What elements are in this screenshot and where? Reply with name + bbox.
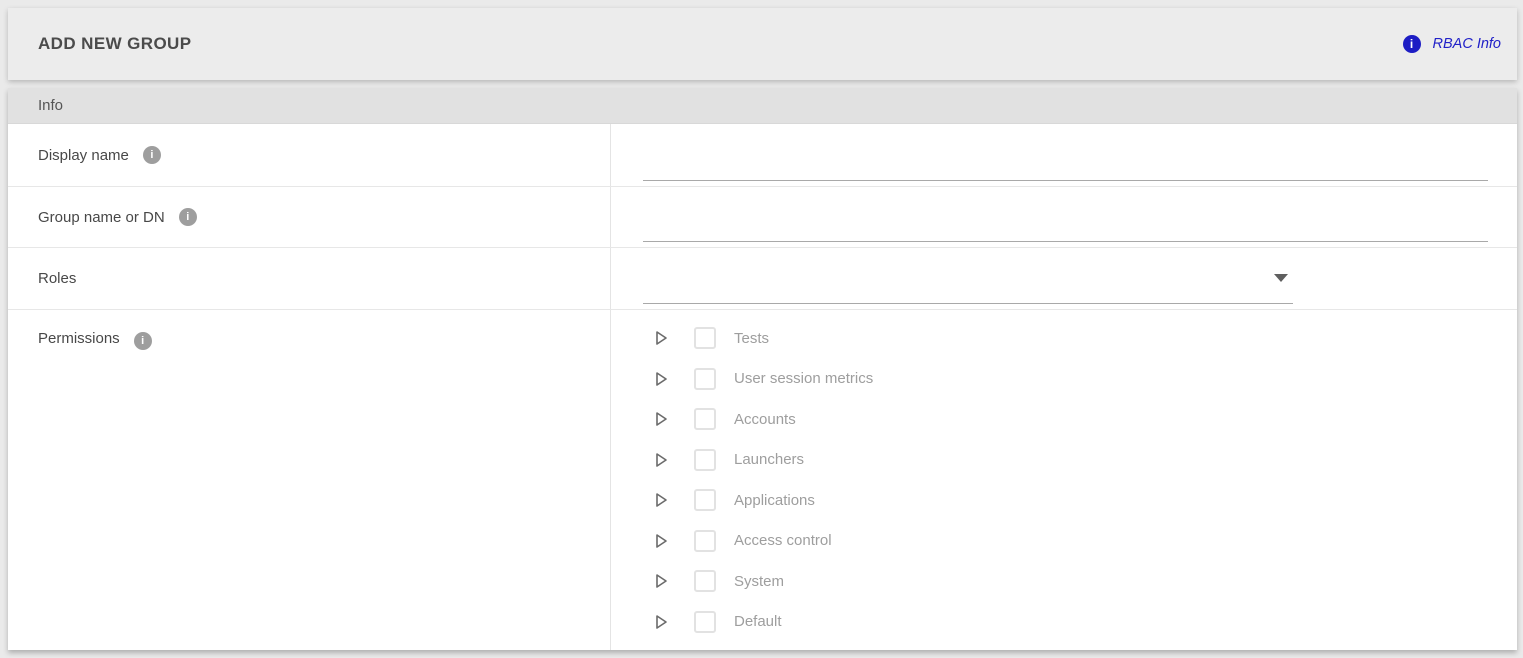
tree-item-launchers[interactable]: Launchers <box>611 440 1517 481</box>
tree-item-label: Default <box>734 613 782 630</box>
expand-caret-icon[interactable] <box>655 573 668 589</box>
form-card: Info Display name i Group name or DN i R… <box>8 88 1517 650</box>
expand-caret-icon[interactable] <box>655 614 668 630</box>
roles-field-cell <box>611 248 1517 309</box>
checkbox[interactable] <box>694 327 716 349</box>
permissions-label: Permissions <box>38 330 120 347</box>
group-name-field-cell <box>611 187 1517 247</box>
group-name-input[interactable] <box>643 212 1488 242</box>
section-header-info: Info <box>8 88 1517 124</box>
group-name-label: Group name or DN <box>38 209 165 226</box>
section-title: Info <box>38 97 63 114</box>
tree-item-label: Launchers <box>734 451 804 468</box>
tree-item-applications[interactable]: Applications <box>611 480 1517 521</box>
checkbox[interactable] <box>694 368 716 390</box>
expand-caret-icon[interactable] <box>655 330 668 346</box>
checkbox[interactable] <box>694 530 716 552</box>
checkbox[interactable] <box>694 570 716 592</box>
roles-label: Roles <box>38 270 76 287</box>
tree-item-label: User session metrics <box>734 370 873 387</box>
panel-header: ADD NEW GROUP i RBAC Info <box>8 8 1517 80</box>
form-row-group-name: Group name or DN i <box>8 187 1517 248</box>
tree-item-default[interactable]: Default <box>611 602 1517 643</box>
group-name-label-cell: Group name or DN i <box>8 187 611 247</box>
info-icon[interactable]: i <box>134 332 152 350</box>
checkbox[interactable] <box>694 449 716 471</box>
permissions-tree: Tests User session metrics Accounts Laun… <box>611 310 1517 642</box>
expand-caret-icon[interactable] <box>655 411 668 427</box>
tree-item-label: Access control <box>734 532 832 549</box>
tree-item-accounts[interactable]: Accounts <box>611 399 1517 440</box>
expand-caret-icon[interactable] <box>655 452 668 468</box>
tree-item-access-control[interactable]: Access control <box>611 521 1517 562</box>
display-name-field-cell <box>611 124 1517 186</box>
display-name-label-cell: Display name i <box>8 124 611 186</box>
tree-item-label: Applications <box>734 492 815 509</box>
tree-item-label: Tests <box>734 330 769 347</box>
permissions-field-cell: Tests User session metrics Accounts Laun… <box>611 310 1517 650</box>
form-row-roles: Roles <box>8 248 1517 310</box>
tree-item-system[interactable]: System <box>611 561 1517 602</box>
form-row-display-name: Display name i <box>8 124 1517 187</box>
info-icon[interactable]: i <box>179 208 197 226</box>
expand-caret-icon[interactable] <box>655 533 668 549</box>
form-row-permissions: Permissions i Tests User session metrics <box>8 310 1517 650</box>
info-icon: i <box>1403 35 1421 53</box>
expand-caret-icon[interactable] <box>655 371 668 387</box>
checkbox[interactable] <box>694 489 716 511</box>
display-name-input[interactable] <box>643 151 1488 181</box>
rbac-info-link[interactable]: i RBAC Info <box>1403 35 1502 53</box>
checkbox[interactable] <box>694 408 716 430</box>
info-icon[interactable]: i <box>143 146 161 164</box>
permissions-label-cell: Permissions i <box>8 310 611 650</box>
expand-caret-icon[interactable] <box>655 492 668 508</box>
tree-item-user-session-metrics[interactable]: User session metrics <box>611 359 1517 400</box>
roles-label-cell: Roles <box>8 248 611 309</box>
rbac-info-label: RBAC Info <box>1433 36 1502 52</box>
chevron-down-icon[interactable] <box>1274 274 1288 282</box>
tree-item-label: System <box>734 573 784 590</box>
tree-item-tests[interactable]: Tests <box>611 318 1517 359</box>
add-new-group-page: { "header": { "title": "ADD NEW GROUP", … <box>0 0 1523 658</box>
display-name-label: Display name <box>38 147 129 164</box>
page-title: ADD NEW GROUP <box>38 34 191 54</box>
roles-select[interactable] <box>643 274 1293 304</box>
checkbox[interactable] <box>694 611 716 633</box>
tree-item-label: Accounts <box>734 411 796 428</box>
